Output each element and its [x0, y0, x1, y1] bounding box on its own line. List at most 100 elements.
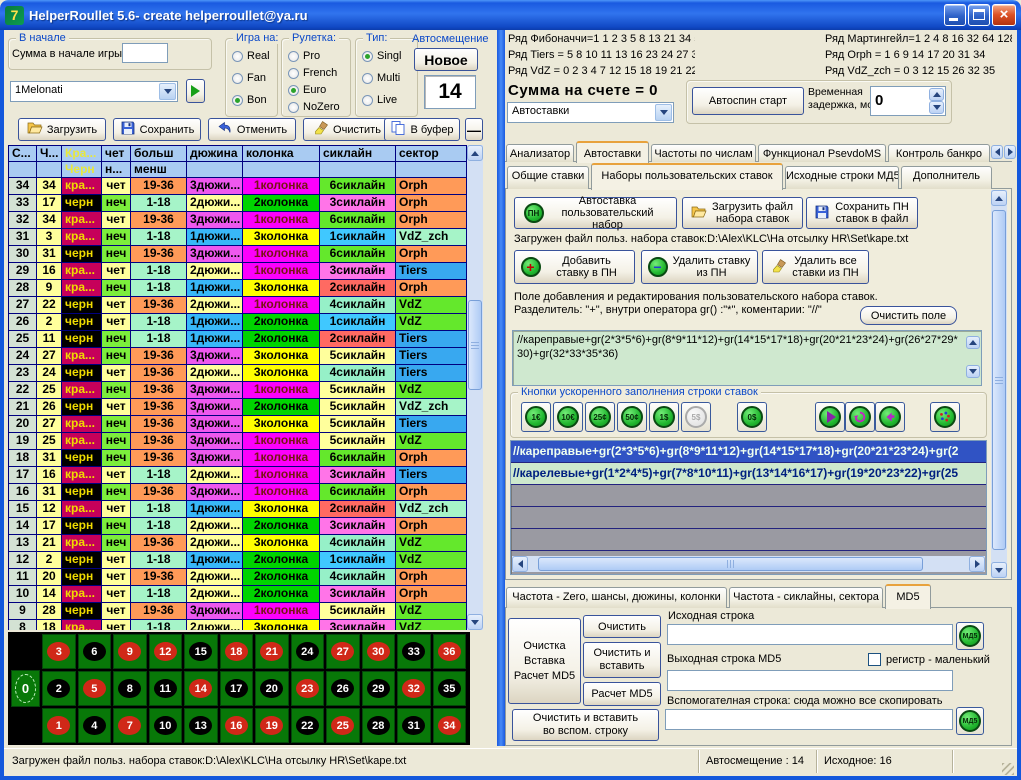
bet-list-item[interactable]: //карелевые+gr(1*2*4*5)+gr(7*8*10*11)+gr… [511, 463, 986, 485]
table-row[interactable]: 1831черннеч19-363дюжи...1колонка6сиклайн… [9, 450, 467, 467]
toolbar-open-folder-button[interactable]: Загрузить [18, 118, 106, 141]
table-row[interactable]: 818кра...чет1-182дюжи...3колонка3сиклайн… [9, 620, 467, 630]
edit-scroll-down-button[interactable] [966, 365, 980, 378]
clear-field-button[interactable]: Очистить поле [860, 306, 957, 325]
minimize-button[interactable] [944, 4, 966, 26]
radio-fan[interactable]: Fan [232, 72, 266, 84]
autobet-pn-button[interactable]: ПН Автоставка пользовательский набор [514, 197, 677, 229]
radio-euro[interactable]: Euro [288, 84, 326, 96]
strategy-combo[interactable]: 1Melonati [10, 81, 178, 102]
toolbar-copy-button[interactable]: В буфер [384, 118, 460, 141]
tab-наборы-пользовательских-ставок[interactable]: Наборы пользовательских ставок [591, 163, 783, 190]
run-strategy-button[interactable] [186, 79, 205, 103]
scrollbar-thumb[interactable] [538, 557, 923, 571]
remove-bet-button[interactable]: − Удалить ставку из ПН [641, 250, 758, 284]
scrollbar-thumb[interactable] [992, 210, 1006, 550]
scroll-right-button[interactable] [969, 556, 985, 572]
board-cell-36[interactable]: 36 [433, 634, 467, 669]
board-cell-31[interactable]: 31 [397, 708, 431, 743]
table-row[interactable]: 2027кра...неч19-363дюжи...3колонка5сикла… [9, 416, 467, 433]
tab-частота-сиклайны-сектора[interactable]: Частота - сиклайны, сектора [729, 587, 883, 608]
table-row[interactable]: 928чернчет19-363дюжи...1колонка5сиклайнV… [9, 603, 467, 620]
board-cell-21[interactable]: 21 [255, 634, 289, 669]
toolbar-minus-button[interactable]: — [465, 118, 483, 141]
table-row[interactable]: 1321кра...неч19-362дюжи...3колонка4сикла… [9, 535, 467, 552]
table-row[interactable]: 262чернчет1-181дюжи...2колонка1сиклайнVd… [9, 314, 467, 331]
tab-исходные-строки-мд5[interactable]: Исходные строки МД5 [785, 166, 899, 189]
tab-контроль-банкро[interactable]: Контроль банкро [888, 144, 990, 162]
md5-source-input[interactable] [667, 624, 953, 645]
tabs-scroll-right-button[interactable] [1004, 145, 1016, 159]
scroll-up-button[interactable] [467, 145, 483, 161]
table-scrollbar[interactable] [467, 145, 483, 630]
table-row[interactable]: 3234кра...чет19-363дюжи...1колонка6сикла… [9, 212, 467, 229]
table-row[interactable]: 2225кра...неч19-363дюжи...1колонка5сикла… [9, 382, 467, 399]
radio-french[interactable]: French [288, 67, 337, 79]
maximize-button[interactable] [968, 4, 990, 26]
table-row[interactable]: 2722чернчет19-362дюжи...1колонка4сиклайн… [9, 297, 467, 314]
board-cell-30[interactable]: 30 [362, 634, 396, 669]
list-h-scrollbar[interactable] [512, 556, 985, 572]
table-row[interactable]: 2427кра...неч19-363дюжи...3колонка5сикла… [9, 348, 467, 365]
radio-singl[interactable]: Singl [362, 50, 401, 62]
board-cell-13[interactable]: 13 [184, 708, 218, 743]
scroll-down-button[interactable] [467, 614, 483, 630]
board-cell-22[interactable]: 22 [291, 708, 325, 743]
radio-nozero[interactable]: NoZero [288, 101, 340, 113]
board-cell-7[interactable]: 7 [113, 708, 147, 743]
board-cell-29[interactable]: 29 [362, 671, 396, 706]
scroll-left-button[interactable] [512, 556, 528, 572]
table-row[interactable]: 1512кра...чет1-181дюжи...3колонка2сиклай… [9, 501, 467, 518]
resize-grip[interactable] [1002, 763, 1014, 775]
board-cell-33[interactable]: 33 [397, 634, 431, 669]
radio-real[interactable]: Real [232, 50, 270, 62]
play-button[interactable] [815, 402, 845, 432]
tabs-scroll-left-button[interactable] [991, 145, 1003, 159]
bet-list-empty-row[interactable] [511, 485, 986, 507]
coin-button-0usd[interactable]: 0$ [737, 402, 767, 432]
md5-clear-paste-button[interactable]: Очистить и вставить [583, 642, 661, 678]
md5-aux-icon-button[interactable]: МД5 [956, 707, 984, 735]
scrollbar-thumb[interactable] [468, 300, 482, 390]
board-cell-28[interactable]: 28 [362, 708, 396, 743]
add-bet-button[interactable]: + Добавить ставку в ПН [514, 250, 635, 284]
board-cell-24[interactable]: 24 [291, 634, 325, 669]
table-row[interactable]: 1631черннеч19-363дюжи...1колонка6сиклайн… [9, 484, 467, 501]
board-cell-17[interactable]: 17 [220, 671, 254, 706]
table-row[interactable]: 122чернчет1-181дюжи...2колонка1сиклайнVd… [9, 552, 467, 569]
strategy-combo-dropdown[interactable] [159, 83, 176, 100]
board-cell-3[interactable]: 3 [42, 634, 76, 669]
board-cell-18[interactable]: 18 [220, 634, 254, 669]
scroll-down-button[interactable] [991, 562, 1007, 578]
table-row[interactable]: 313кра...неч1-181дюжи...3колонка1сиклайн… [9, 229, 467, 246]
close-button[interactable]: × [992, 4, 1016, 26]
radio-bon[interactable]: Bon [232, 94, 267, 106]
toolbar-brush-button[interactable]: Очистить [303, 118, 391, 141]
start-sum-input[interactable] [122, 43, 168, 63]
radio-multi[interactable]: Multi [362, 72, 400, 84]
numbers-button[interactable] [930, 402, 960, 432]
tab-анализатор[interactable]: Анализатор [506, 144, 574, 162]
lowercase-checkbox[interactable] [868, 653, 881, 666]
save-pn-button[interactable]: Сохранить ПН ставок в файл [806, 197, 918, 229]
board-cell-27[interactable]: 27 [326, 634, 360, 669]
board-cell-15[interactable]: 15 [184, 634, 218, 669]
table-row[interactable]: 1120чернчет19-362дюжи...2колонка4сиклайн… [9, 569, 467, 586]
table-row[interactable]: 1417черннеч1-182дюжи...2колонка3сиклайнO… [9, 518, 467, 535]
board-cell-6[interactable]: 6 [78, 634, 112, 669]
coin-button-10eur[interactable]: 10€ [553, 402, 583, 432]
table-row[interactable]: 3031черннеч19-363дюжи...1колонка6сиклайн… [9, 246, 467, 263]
table-row[interactable]: 289кра...неч1-181дюжи...3колонка2сиклайн… [9, 280, 467, 297]
remove-all-bets-button[interactable]: Удалить все ставки из ПН [762, 250, 869, 284]
board-cell-9[interactable]: 9 [113, 634, 147, 669]
back-arrow-button[interactable] [875, 402, 905, 432]
board-zero-cell[interactable]: 0 [11, 670, 40, 707]
refresh-button[interactable] [845, 402, 875, 432]
board-cell-35[interactable]: 35 [433, 671, 467, 706]
table-row[interactable]: 1014кра...чет1-182дюжи...2колонка3сиклай… [9, 586, 467, 603]
tab-md5[interactable]: MD5 [885, 584, 931, 609]
board-cell-1[interactable]: 1 [42, 708, 76, 743]
spinner-up-button[interactable] [929, 88, 944, 101]
coin-button-50cent[interactable]: 50¢ [617, 402, 647, 432]
tab-автоставки[interactable]: Автоставки [576, 141, 649, 163]
